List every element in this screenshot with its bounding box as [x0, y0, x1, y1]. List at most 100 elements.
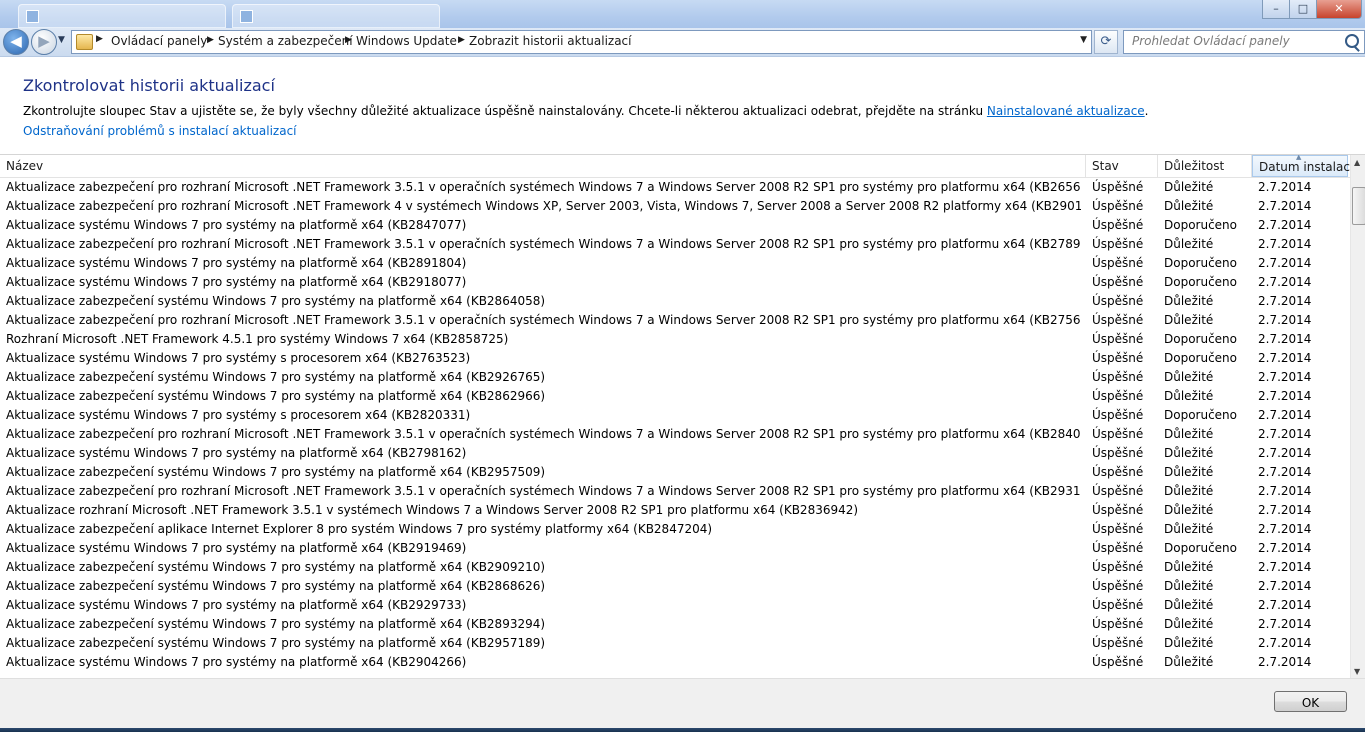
table-row[interactable]: Rozhraní Microsoft .NET Framework 4.5.1 … [0, 330, 1350, 349]
table-row[interactable]: Aktualizace zabezpečení systému Windows … [0, 615, 1350, 634]
status-cell: Úspěšné [1092, 313, 1144, 327]
breadcrumb-windows-update[interactable]: Windows Update [356, 34, 457, 48]
table-row[interactable]: Aktualizace zabezpečení systému Windows … [0, 634, 1350, 653]
install-date-cell: 2.7.2014 [1258, 560, 1312, 574]
install-date-cell: 2.7.2014 [1258, 408, 1312, 422]
install-date-cell: 2.7.2014 [1258, 465, 1312, 479]
close-button[interactable]: ✕ [1316, 0, 1362, 19]
table-row[interactable]: Aktualizace zabezpečení pro rozhraní Mic… [0, 178, 1350, 197]
table-row[interactable]: Aktualizace zabezpečení systému Windows … [0, 577, 1350, 596]
column-header-name[interactable]: Název [0, 155, 1086, 177]
navigation-bar: ◀ ▶ ▼ ▶ Ovládací panely ▶ Systém a zabez… [0, 28, 1365, 57]
column-header-importance[interactable]: Důležitost [1158, 155, 1252, 177]
column-header-status[interactable]: Stav [1086, 155, 1158, 177]
table-row[interactable]: Aktualizace systému Windows 7 pro systém… [0, 406, 1350, 425]
table-row[interactable]: Aktualizace zabezpečení pro rozhraní Mic… [0, 235, 1350, 254]
table-row[interactable]: Aktualizace systému Windows 7 pro systém… [0, 273, 1350, 292]
refresh-button[interactable]: ⟳ [1094, 30, 1118, 54]
install-date-cell: 2.7.2014 [1258, 199, 1312, 213]
tab-favicon-icon [26, 10, 39, 23]
status-cell: Úspěšné [1092, 199, 1144, 213]
update-history-list[interactable]: Název Stav Důležitost Datum instalace ▲ … [0, 154, 1365, 679]
table-row[interactable]: Aktualizace zabezpečení pro rozhraní Mic… [0, 311, 1350, 330]
importance-cell: Důležité [1164, 389, 1214, 403]
minimize-button[interactable]: – [1262, 0, 1290, 19]
background-tab [232, 4, 440, 28]
importance-cell: Důležité [1164, 617, 1214, 631]
address-dropdown-icon[interactable]: ▼ [1080, 35, 1087, 45]
update-name-cell: Aktualizace zabezpečení systému Windows … [6, 465, 546, 479]
scrollbar-thumb[interactable] [1352, 187, 1365, 225]
vertical-scrollbar[interactable]: ▲ ▼ [1350, 155, 1365, 679]
table-row[interactable]: Aktualizace systému Windows 7 pro systém… [0, 349, 1350, 368]
breadcrumb-control-panel[interactable]: Ovládací panely [111, 34, 207, 48]
table-row[interactable]: Aktualizace zabezpečení pro rozhraní Mic… [0, 425, 1350, 444]
chevron-right-icon[interactable]: ▶ [458, 35, 465, 45]
status-cell: Úspěšné [1092, 351, 1144, 365]
status-cell: Úspěšné [1092, 237, 1144, 251]
maximize-button[interactable]: □ [1289, 0, 1317, 19]
install-date-cell: 2.7.2014 [1258, 218, 1312, 232]
importance-cell: Doporučeno [1164, 275, 1238, 289]
table-row[interactable]: Aktualizace zabezpečení systému Windows … [0, 368, 1350, 387]
install-date-cell: 2.7.2014 [1258, 427, 1312, 441]
table-row[interactable]: Aktualizace systému Windows 7 pro systém… [0, 216, 1350, 235]
status-cell: Úspěšné [1092, 446, 1144, 460]
install-date-cell: 2.7.2014 [1258, 389, 1312, 403]
table-row[interactable]: Aktualizace systému Windows 7 pro systém… [0, 653, 1350, 672]
update-name-cell: Aktualizace systému Windows 7 pro systém… [6, 598, 467, 612]
search-icon[interactable] [1345, 34, 1359, 48]
table-row[interactable]: Aktualizace zabezpečení systému Windows … [0, 558, 1350, 577]
status-cell: Úspěšné [1092, 294, 1144, 308]
search-input[interactable] [1124, 31, 1342, 51]
install-date-cell: 2.7.2014 [1258, 503, 1312, 517]
update-name-cell: Aktualizace zabezpečení systému Windows … [6, 370, 546, 384]
scroll-up-arrow-icon[interactable]: ▲ [1354, 158, 1360, 167]
search-box[interactable] [1123, 30, 1365, 54]
installed-updates-link[interactable]: Nainstalované aktualizace [987, 104, 1145, 118]
chevron-right-icon[interactable]: ▶ [345, 35, 352, 45]
update-name-cell: Aktualizace zabezpečení systému Windows … [6, 617, 546, 631]
breadcrumb-update-history[interactable]: Zobrazit historii aktualizací [469, 34, 632, 48]
status-cell: Úspěšné [1092, 655, 1144, 669]
page-description: Zkontrolujte sloupec Stav a ujistěte se,… [23, 104, 1149, 118]
update-name-cell: Aktualizace zabezpečení systému Windows … [6, 579, 546, 593]
breadcrumb-system-security[interactable]: Systém a zabezpečení [218, 34, 353, 48]
table-row[interactable]: Aktualizace systému Windows 7 pro systém… [0, 444, 1350, 463]
address-bar[interactable]: ▶ Ovládací panely ▶ Systém a zabezpečení… [71, 30, 1092, 54]
importance-cell: Důležité [1164, 446, 1214, 460]
table-row[interactable]: Aktualizace systému Windows 7 pro systém… [0, 254, 1350, 273]
status-cell: Úspěšné [1092, 617, 1144, 631]
table-row[interactable]: Aktualizace zabezpečení pro rozhraní Mic… [0, 197, 1350, 216]
table-row[interactable]: Aktualizace systému Windows 7 pro systém… [0, 539, 1350, 558]
table-row[interactable]: Aktualizace rozhraní Microsoft .NET Fram… [0, 501, 1350, 520]
table-row[interactable]: Aktualizace zabezpečení pro rozhraní Mic… [0, 482, 1350, 501]
ok-button[interactable]: OK [1274, 691, 1347, 712]
install-date-cell: 2.7.2014 [1258, 370, 1312, 384]
recent-pages-dropdown-icon[interactable]: ▼ [58, 35, 65, 45]
table-row[interactable]: Aktualizace zabezpečení systému Windows … [0, 463, 1350, 482]
install-date-cell: 2.7.2014 [1258, 351, 1312, 365]
update-name-cell: Aktualizace systému Windows 7 pro systém… [6, 408, 471, 422]
table-row[interactable]: Aktualizace zabezpečení aplikace Interne… [0, 520, 1350, 539]
importance-cell: Doporučeno [1164, 351, 1238, 365]
chevron-right-icon[interactable]: ▶ [96, 34, 103, 44]
scroll-down-arrow-icon[interactable]: ▼ [1354, 667, 1360, 676]
table-row[interactable]: Aktualizace zabezpečení systému Windows … [0, 387, 1350, 406]
table-row[interactable]: Aktualizace systému Windows 7 pro systém… [0, 596, 1350, 615]
chevron-right-icon[interactable]: ▶ [207, 35, 214, 45]
importance-cell: Důležité [1164, 598, 1214, 612]
install-date-cell: 2.7.2014 [1258, 275, 1312, 289]
control-panel-icon [76, 34, 93, 50]
back-button[interactable]: ◀ [3, 29, 29, 55]
troubleshoot-link[interactable]: Odstraňování problémů s instalací aktual… [23, 124, 297, 138]
update-name-cell: Aktualizace zabezpečení pro rozhraní Mic… [6, 199, 1081, 213]
importance-cell: Doporučeno [1164, 218, 1238, 232]
importance-cell: Důležité [1164, 560, 1214, 574]
update-name-cell: Aktualizace zabezpečení aplikace Interne… [6, 522, 713, 536]
status-cell: Úspěšné [1092, 389, 1144, 403]
update-name-cell: Aktualizace systému Windows 7 pro systém… [6, 446, 467, 460]
forward-button[interactable]: ▶ [31, 29, 57, 55]
importance-cell: Důležité [1164, 503, 1214, 517]
table-row[interactable]: Aktualizace zabezpečení systému Windows … [0, 292, 1350, 311]
